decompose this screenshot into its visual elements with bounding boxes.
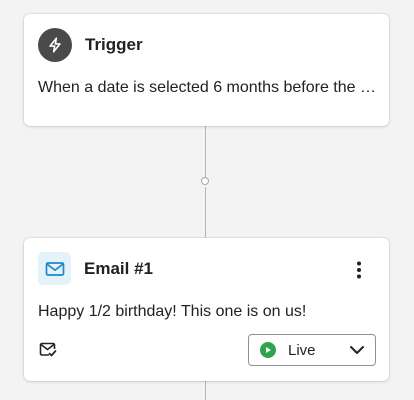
add-step-connector-dot[interactable] — [201, 177, 209, 185]
email-description: Happy 1/2 birthday! This one is on us! — [38, 303, 307, 320]
trigger-card-header: Trigger — [38, 28, 143, 62]
connector-line — [205, 381, 206, 400]
connector-line — [205, 187, 206, 239]
envelope-icon — [38, 252, 71, 285]
lightning-icon — [38, 28, 72, 62]
email-card-header: Email #1 — [38, 252, 153, 285]
connector-line — [205, 126, 206, 177]
play-icon — [260, 342, 276, 358]
chevron-down-icon — [349, 342, 365, 358]
trigger-description: When a date is selected 6 months before … — [38, 79, 382, 96]
more-actions-button[interactable] — [347, 258, 371, 282]
vertical-dots-icon — [357, 261, 361, 279]
trigger-card[interactable]: Trigger When a date is selected 6 months… — [24, 14, 389, 126]
email-card[interactable]: Email #1 Happy 1/2 birthday! This one is… — [24, 238, 389, 381]
trigger-title: Trigger — [85, 35, 143, 54]
email-check-icon — [39, 342, 57, 358]
email-title: Email #1 — [84, 258, 153, 278]
status-select[interactable]: Live — [248, 334, 376, 366]
status-label: Live — [288, 341, 316, 359]
